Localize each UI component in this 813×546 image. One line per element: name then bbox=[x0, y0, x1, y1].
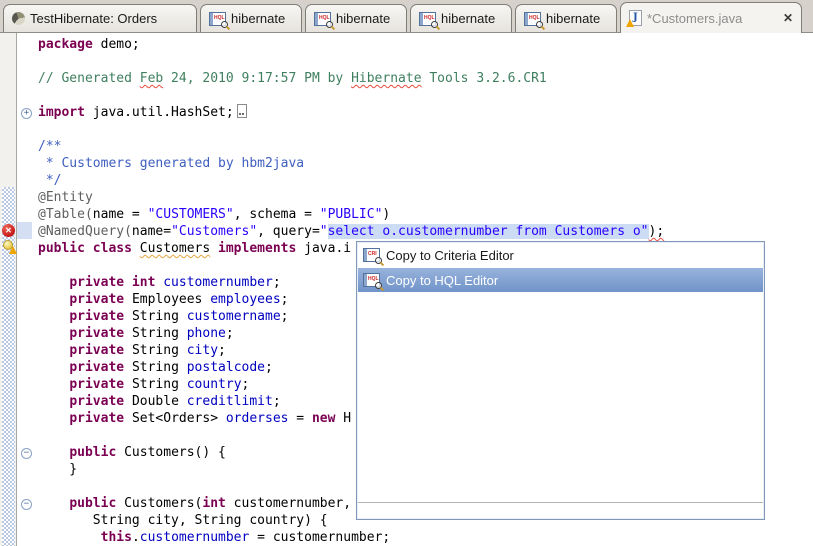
collapsed-region-icon[interactable] bbox=[237, 104, 247, 118]
code-line[interactable]: } bbox=[38, 461, 77, 478]
code-line[interactable]: @Entity bbox=[38, 189, 93, 206]
hql-editor-icon: HQL bbox=[363, 273, 380, 287]
magnifier-icon bbox=[536, 21, 543, 28]
code-line[interactable]: // Generated Feb 24, 2010 9:17:57 PM by … bbox=[38, 70, 547, 87]
menu-item-copy-to-criteria-editor[interactable]: CRI Copy to Criteria Editor bbox=[358, 243, 763, 267]
code-line[interactable]: public class Customers implements java.i bbox=[38, 240, 351, 257]
error-icon[interactable]: ✕ bbox=[2, 224, 15, 237]
hql-editor-icon: HQL bbox=[524, 12, 541, 26]
code-line[interactable]: private String phone; bbox=[38, 325, 234, 342]
tab-hibernate-1[interactable]: HQL hibernate bbox=[200, 4, 302, 32]
menu-item-label: Copy to HQL Editor bbox=[386, 273, 498, 288]
java-file-warning-icon: J bbox=[629, 10, 642, 26]
tab-hibernate-3[interactable]: HQL hibernate bbox=[410, 4, 512, 32]
editor-tab-bar: TestHibernate: Orders HQL hibernate HQL … bbox=[0, 0, 813, 33]
code-line[interactable]: private String country; bbox=[38, 376, 249, 393]
hibernate-console-icon bbox=[12, 12, 25, 25]
code-line[interactable]: public Customers(int customernumber, bbox=[38, 495, 351, 512]
tab-testhibernate-orders[interactable]: TestHibernate: Orders bbox=[3, 4, 197, 32]
close-icon[interactable]: ✕ bbox=[783, 11, 793, 25]
tab-label: hibernate bbox=[231, 11, 285, 26]
hql-editor-icon: HQL bbox=[209, 12, 226, 26]
tab-label: *Customers.java bbox=[647, 11, 742, 26]
hql-editor-icon: HQL bbox=[314, 12, 331, 26]
code-line[interactable]: private Set<Orders> orderses = new H bbox=[38, 410, 351, 427]
quickfix-bulb-warning-icon[interactable] bbox=[3, 240, 16, 253]
code-line[interactable]: private String customername; bbox=[38, 308, 288, 325]
code-line[interactable]: private int customernumber; bbox=[38, 274, 281, 291]
code-line[interactable]: */ bbox=[38, 172, 61, 189]
fold-expand-icon[interactable]: + bbox=[21, 108, 32, 119]
hql-editor-icon: HQL bbox=[419, 12, 436, 26]
code-line[interactable]: private Double creditlimit; bbox=[38, 393, 281, 410]
code-line[interactable]: @Table(name = "CUSTOMERS", schema = "PUB… bbox=[38, 206, 390, 223]
tab-customers-java[interactable]: J *Customers.java ✕ bbox=[620, 2, 802, 33]
magnifier-icon bbox=[375, 257, 382, 264]
code-line[interactable]: @NamedQuery(name="Customers", query="sel… bbox=[38, 223, 664, 240]
popup-footer bbox=[358, 502, 763, 518]
code-line[interactable]: private String postalcode; bbox=[38, 359, 273, 376]
menu-item-copy-to-hql-editor[interactable]: HQL Copy to HQL Editor bbox=[358, 268, 763, 292]
warning-overlay-icon bbox=[626, 19, 634, 27]
magnifier-icon bbox=[375, 282, 382, 289]
code-line[interactable]: public Customers() { bbox=[38, 444, 226, 461]
annotation-ruler bbox=[0, 33, 17, 546]
hibernate-tools-editor-window: TestHibernate: Orders HQL hibernate HQL … bbox=[0, 0, 813, 546]
tab-label: hibernate bbox=[336, 11, 390, 26]
criteria-editor-icon: CRI bbox=[363, 248, 380, 262]
code-line[interactable]: * Customers generated by hbm2java bbox=[38, 155, 304, 172]
tab-hibernate-2[interactable]: HQL hibernate bbox=[305, 4, 407, 32]
fold-collapse-icon[interactable]: − bbox=[21, 499, 32, 510]
tab-label: hibernate bbox=[441, 11, 495, 26]
code-line[interactable]: this.customernumber = customernumber; bbox=[38, 529, 390, 546]
copy-query-popup: CRI Copy to Criteria Editor HQL Copy to … bbox=[356, 241, 765, 520]
menu-item-label: Copy to Criteria Editor bbox=[386, 248, 514, 263]
magnifier-icon bbox=[431, 21, 438, 28]
tab-label: TestHibernate: Orders bbox=[30, 11, 157, 26]
tab-label: hibernate bbox=[546, 11, 600, 26]
magnifier-icon bbox=[221, 21, 228, 28]
tab-hibernate-4[interactable]: HQL hibernate bbox=[515, 4, 617, 32]
code-line[interactable]: private Employees employees; bbox=[38, 291, 289, 308]
magnifier-icon bbox=[326, 21, 333, 28]
code-line[interactable]: import java.util.HashSet; bbox=[38, 104, 247, 121]
code-line[interactable]: private String city; bbox=[38, 342, 226, 359]
code-line[interactable]: package demo; bbox=[38, 36, 140, 53]
selected-line-range-indicator bbox=[17, 222, 32, 239]
code-line[interactable]: /** bbox=[38, 138, 61, 155]
code-line[interactable]: String city, String country) { bbox=[38, 512, 328, 529]
fold-collapse-icon[interactable]: − bbox=[21, 448, 32, 459]
